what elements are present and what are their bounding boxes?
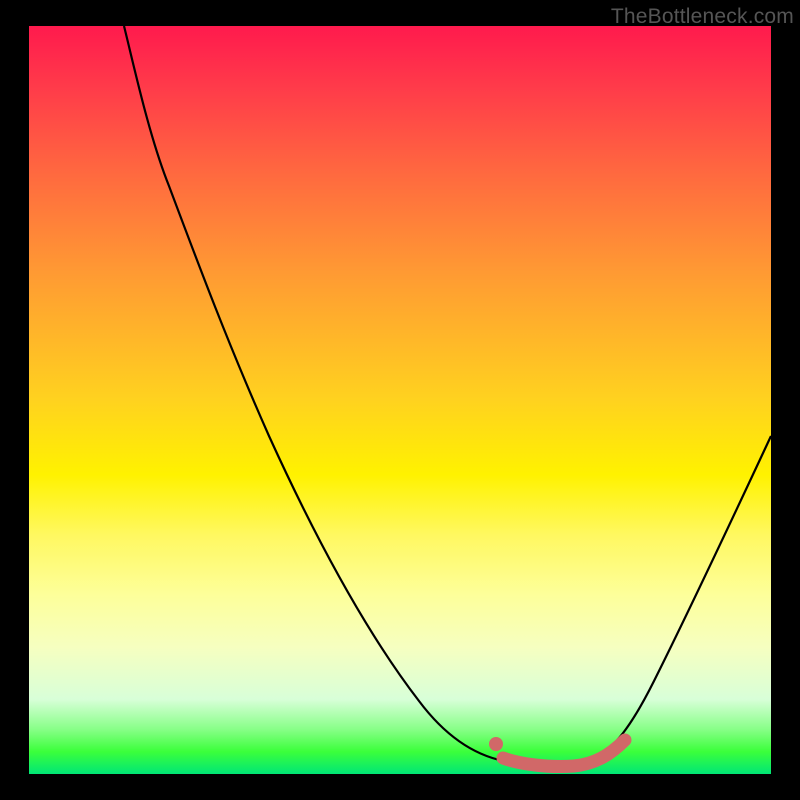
marker-dot — [489, 737, 503, 751]
optimal-marker — [29, 26, 771, 774]
marker-segment — [503, 740, 625, 767]
watermark-text: TheBottleneck.com — [611, 5, 794, 29]
chart-area — [29, 26, 771, 774]
